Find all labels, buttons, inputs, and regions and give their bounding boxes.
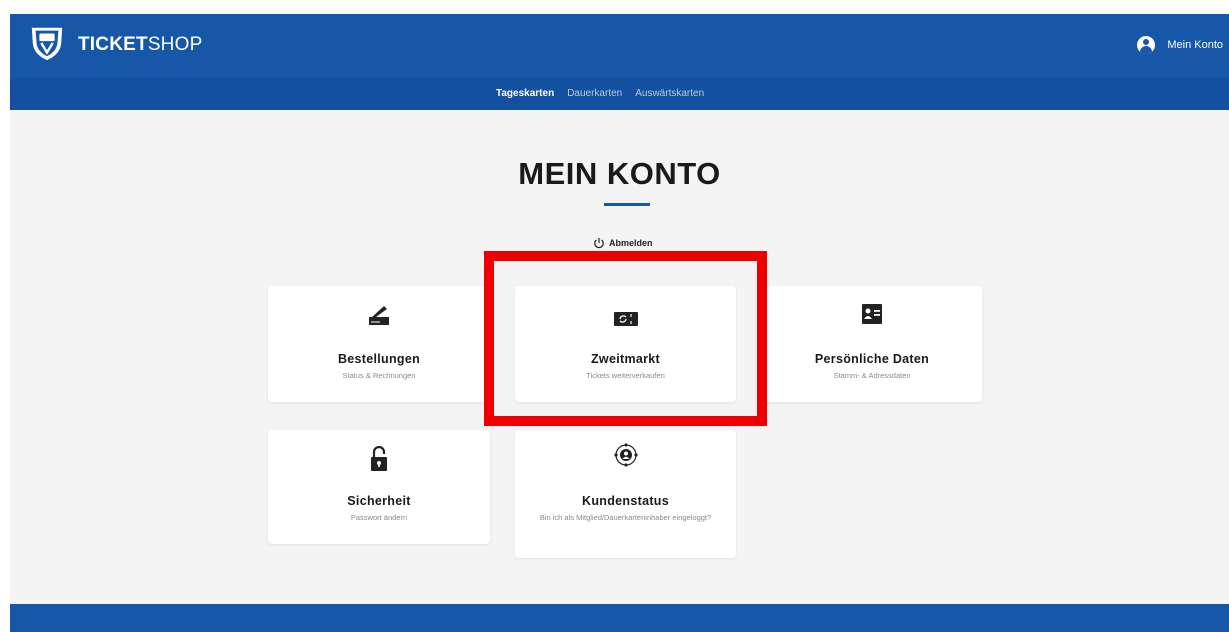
user-avatar-icon bbox=[1137, 36, 1156, 54]
account-link[interactable]: Mein Konto bbox=[1137, 36, 1223, 54]
card-title: Persönliche Daten bbox=[814, 352, 930, 366]
power-icon bbox=[594, 238, 604, 249]
account-label: Mein Konto bbox=[1167, 39, 1223, 51]
card-subtitle: Stamm- & Adressdaten bbox=[833, 371, 911, 380]
brand-bold: TICKET bbox=[78, 34, 148, 55]
club-shield-logo[interactable] bbox=[28, 24, 66, 62]
padlock-icon bbox=[371, 446, 387, 471]
nav-auswaertskarten[interactable]: Auswärtskarten bbox=[635, 88, 704, 99]
card-title: Sicherheit bbox=[347, 494, 411, 508]
nav-tageskarten[interactable]: Tageskarten bbox=[496, 88, 554, 99]
brand-light: SHOP bbox=[147, 34, 203, 55]
page-frame: TICKETSHOP Mein Konto Tageskarten Dauerk… bbox=[10, 14, 1229, 632]
id-card-icon bbox=[862, 304, 882, 324]
card-persoenliche-daten[interactable]: Persönliche Daten Stamm- & Adressdaten bbox=[762, 286, 982, 402]
sub-navigation: Tageskarten Dauerkarten Auswärtskarten bbox=[10, 78, 1229, 110]
logout-link[interactable]: Abmelden bbox=[593, 237, 653, 249]
page-title: MEIN KONTO bbox=[518, 156, 721, 191]
card-title: Kundenstatus bbox=[582, 494, 669, 508]
nav-dauerkarten[interactable]: Dauerkarten bbox=[567, 88, 622, 99]
card-subtitle: Status & Rechnungen bbox=[342, 371, 416, 380]
brand-title[interactable]: TICKETSHOP bbox=[78, 34, 202, 56]
title-underline bbox=[604, 203, 650, 206]
signature-pen-icon bbox=[369, 306, 389, 325]
card-subtitle: Passwort ändern bbox=[350, 513, 408, 522]
card-kundenstatus[interactable]: Kundenstatus Bin ich als Mitglied/Dauerk… bbox=[515, 430, 736, 558]
card-title: Bestellungen bbox=[337, 352, 421, 366]
footer-bar bbox=[10, 604, 1229, 632]
card-subtitle: Bin ich als Mitglied/Dauerkarteninhaber … bbox=[539, 513, 712, 522]
highlight-box bbox=[484, 251, 767, 426]
top-header: TICKETSHOP Mein Konto bbox=[10, 14, 1229, 78]
card-bestellungen[interactable]: Bestellungen Status & Rechnungen bbox=[268, 286, 490, 402]
card-sicherheit[interactable]: Sicherheit Passwort ändern bbox=[268, 430, 490, 544]
user-target-icon bbox=[613, 443, 638, 467]
logout-label: Abmelden bbox=[609, 238, 653, 248]
